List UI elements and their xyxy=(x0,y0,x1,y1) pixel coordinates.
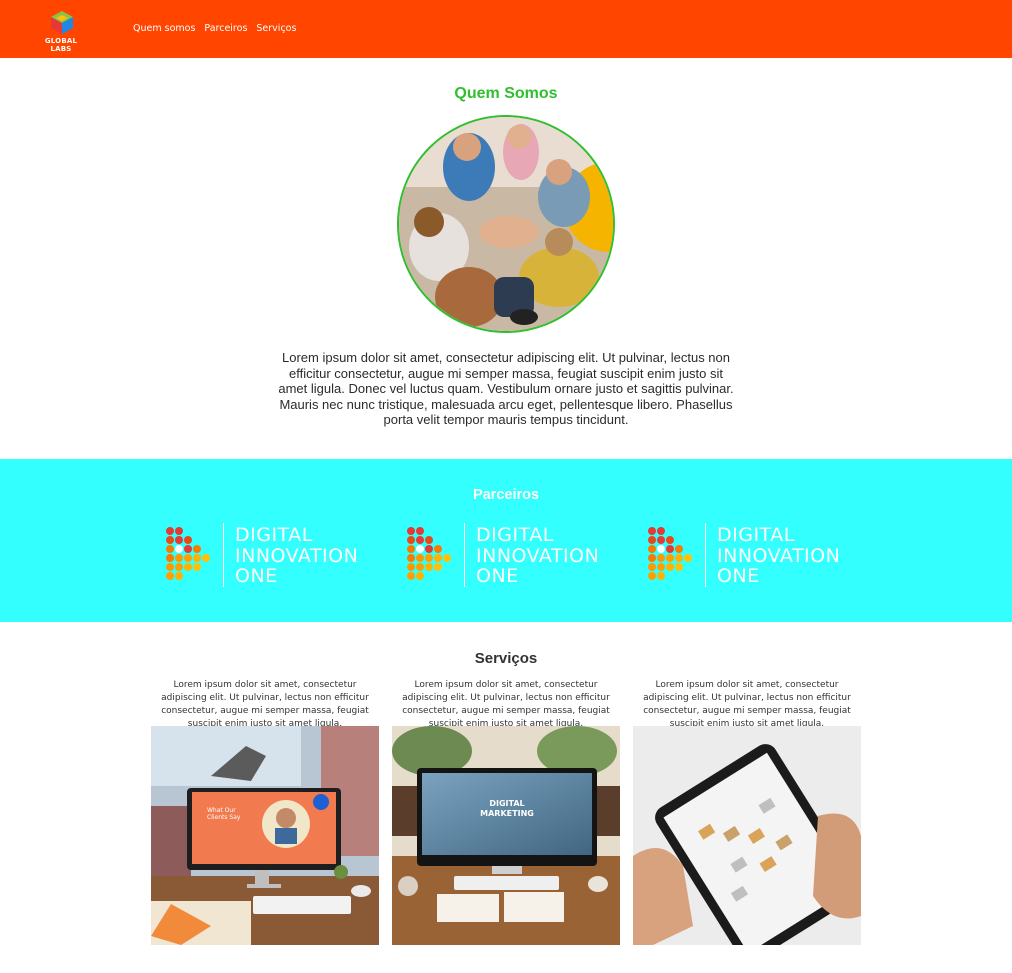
nav-link-quem-somos[interactable]: Quem somos xyxy=(133,23,195,34)
about-title: Quem Somos xyxy=(454,85,558,102)
logo-text: GLOBAL LABS xyxy=(44,37,78,53)
global-labs-logo[interactable]: GLOBAL LABS xyxy=(34,9,88,53)
dio-logo-icon xyxy=(407,527,451,580)
service-image-digital-marketing: DIGITAL MARKETING xyxy=(392,726,620,945)
partner-name: DIGITAL INNOVATION ONE xyxy=(476,525,599,587)
team-photo xyxy=(397,115,615,333)
partner-divider xyxy=(705,523,706,587)
cube-logo-icon xyxy=(51,11,73,34)
partner-name-line2: INNOVATION xyxy=(717,544,841,567)
partner-divider xyxy=(223,523,224,587)
partner-name-line3: ONE xyxy=(717,565,760,587)
service-image-tablet xyxy=(633,726,861,945)
partner-name-line1: DIGITAL xyxy=(717,524,795,546)
partner-logo-dio[interactable]: DIGITAL INNOVATION ONE xyxy=(405,521,615,591)
partner-name-line1: DIGITAL xyxy=(476,524,554,546)
partners-title: Parceiros xyxy=(472,487,540,503)
partner-logo-dio[interactable]: DIGITAL INNOVATION ONE xyxy=(646,521,856,591)
nav-link-parceiros[interactable]: Parceiros xyxy=(204,23,247,34)
nav-link-servicos[interactable]: Serviços xyxy=(256,23,296,34)
screen-heading-line2: MARKETING xyxy=(480,809,534,818)
screen-heading-line2: Clients Say xyxy=(207,814,241,821)
service-description: Lorem ipsum dolor sit amet, consectetur … xyxy=(402,680,610,729)
services-title: Serviços xyxy=(474,650,538,667)
dio-logo-icon xyxy=(166,527,210,580)
partner-name: DIGITAL INNOVATION ONE xyxy=(235,525,358,587)
partner-name-line1: DIGITAL xyxy=(235,524,313,546)
service-description: Lorem ipsum dolor sit amet, consectetur … xyxy=(643,680,851,729)
site-header: GLOBAL LABS Quem somos Parceiros Serviço… xyxy=(0,0,1012,58)
partner-name-line3: ONE xyxy=(235,565,278,587)
screen-heading-line1: DIGITAL xyxy=(489,799,524,808)
partner-logo-dio[interactable]: DIGITAL INNOVATION ONE xyxy=(164,521,374,591)
service-description: Lorem ipsum dolor sit amet, consectetur … xyxy=(161,680,369,729)
partner-name-line2: INNOVATION xyxy=(476,544,600,567)
service-image-desk-monitor: What Our Clients Say xyxy=(151,726,379,945)
screen-heading-line1: What Our xyxy=(207,807,236,814)
dio-logo-icon xyxy=(648,527,692,580)
partner-divider xyxy=(464,523,465,587)
about-text: Lorem ipsum dolor sit amet, consectetur … xyxy=(278,350,734,427)
partner-name-line2: INNOVATION xyxy=(235,544,359,567)
partner-name-line3: ONE xyxy=(476,565,519,587)
partners-section: Parceiros DIGITAL INNOVATION ONE DIGITAL… xyxy=(0,459,1012,622)
main-nav: Quem somos Parceiros Serviços xyxy=(133,23,296,34)
partner-name: DIGITAL INNOVATION ONE xyxy=(717,525,840,587)
